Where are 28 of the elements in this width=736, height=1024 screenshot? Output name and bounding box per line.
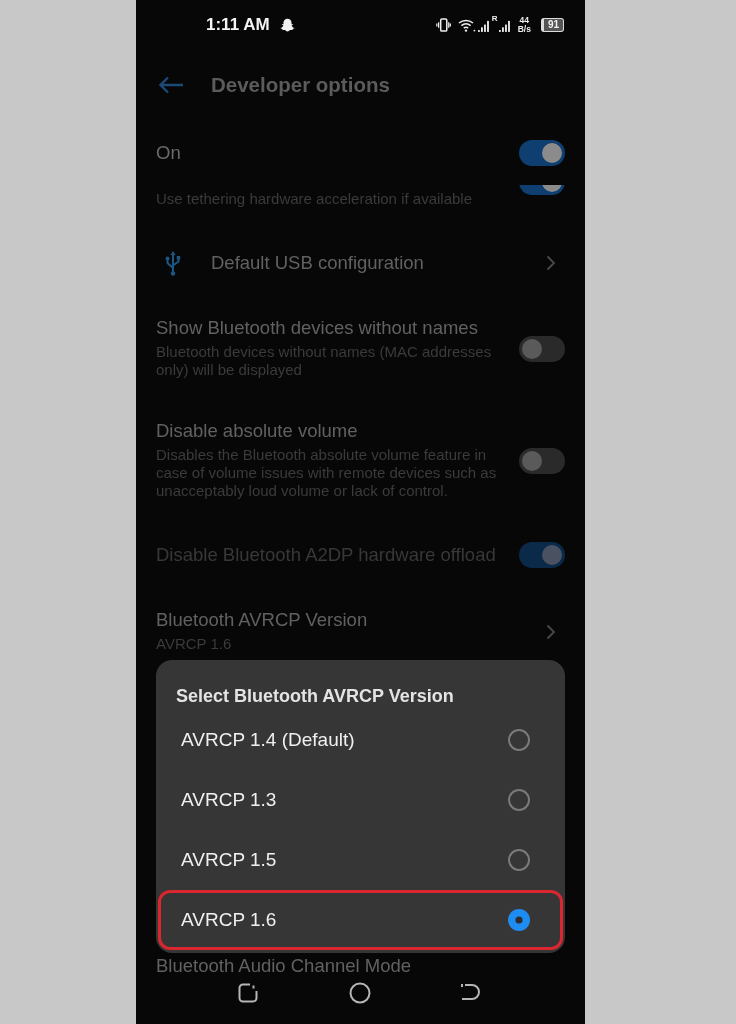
- roaming-label: R: [491, 15, 498, 23]
- usb-icon: [163, 250, 183, 276]
- status-time: 1:11 AM: [206, 15, 270, 35]
- master-switch-label: On: [156, 141, 181, 164]
- chevron-icon: [546, 255, 556, 271]
- net-speed-value: 44: [519, 16, 529, 25]
- radio-option[interactable]: AVRCP 1.4 (Default): [161, 713, 560, 767]
- toggle-switch[interactable]: [519, 139, 565, 166]
- radio-option[interactable]: AVRCP 1.5: [161, 833, 560, 887]
- screen-title: Developer options: [211, 73, 390, 97]
- dialog-title: Select Bluetooth AVRCP Version: [175, 685, 455, 708]
- setting-title: Show Bluetooth devices without names: [156, 318, 479, 338]
- net-speed-unit: B/s: [517, 25, 531, 34]
- ghost-icon: [279, 17, 295, 33]
- battery-level: 91: [540, 18, 564, 32]
- home-icon[interactable]: [349, 982, 371, 1004]
- wifi-icon: [457, 18, 476, 32]
- toggle-switch[interactable]: [519, 335, 565, 362]
- toggle-switch[interactable]: [519, 447, 565, 474]
- signal-icon: [477, 18, 489, 32]
- chevron-icon: [546, 623, 556, 640]
- recents-icon[interactable]: [237, 982, 259, 1004]
- signal-icon: [498, 18, 510, 32]
- radio-option[interactable]: AVRCP 1.6: [161, 893, 560, 947]
- radio-option[interactable]: AVRCP 1.3: [161, 773, 560, 827]
- setting-title: Disable absolute volume: [156, 421, 359, 441]
- toggle-switch[interactable]: [519, 185, 565, 195]
- vibrate-icon: [435, 17, 451, 33]
